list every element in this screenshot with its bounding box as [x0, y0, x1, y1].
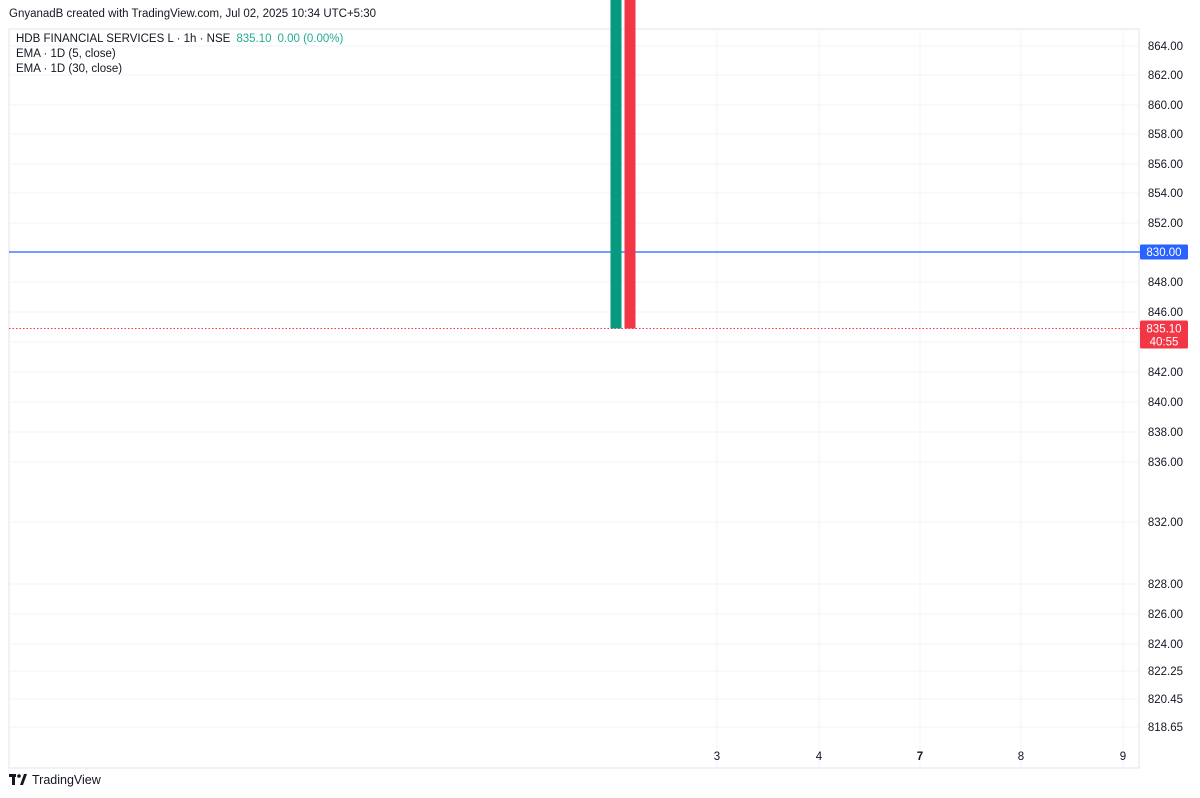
y-tick-label: 858.00	[1148, 129, 1183, 141]
y-tick-label: 864.00	[1148, 41, 1183, 53]
y-tick-label: 836.00	[1148, 457, 1183, 469]
legend-ema-30[interactable]: EMA · 1D (30, close)	[16, 62, 343, 77]
time-axis[interactable]: 3 4 7 8 9	[714, 751, 1126, 763]
legend-change: 0.00 (0.00%)	[277, 33, 344, 45]
y-tick-label: 838.00	[1148, 427, 1183, 439]
last-price-label: 835.10	[1146, 324, 1181, 336]
chart-credit: GnyanadB created with TradingView.com, J…	[9, 8, 377, 20]
level-badge-label: 830.00	[1146, 247, 1181, 259]
y-tick-label: 840.00	[1148, 397, 1183, 409]
x-tick-label: 4	[816, 751, 823, 763]
price-chart[interactable]: 864.00 862.00 860.00 858.00 856.00 854.00 852.…	[0, 0, 1200, 798]
plot-frame	[8, 28, 1140, 769]
x-tick-label: 7	[917, 751, 923, 763]
y-tick-label: 860.00	[1148, 100, 1183, 112]
bar-countdown-label: 40:55	[1150, 337, 1179, 349]
y-tick-label: 832.00	[1148, 517, 1183, 529]
y-tick-label: 826.00	[1148, 609, 1183, 621]
price-axis[interactable]: 864.00 862.00 860.00 858.00 856.00 854.00 852.…	[1148, 41, 1183, 734]
legend-symbol-row[interactable]: HDB FINANCIAL SERVICES L · 1h · NSE 835.1…	[16, 32, 343, 47]
y-tick-label: 828.00	[1148, 579, 1183, 591]
y-tick-label: 856.00	[1148, 159, 1183, 171]
y-tick-label: 820.45	[1148, 694, 1183, 706]
x-tick-label: 8	[1018, 751, 1024, 763]
tradingview-brand: TradingView	[32, 773, 101, 787]
x-tick-label: 9	[1120, 751, 1126, 763]
y-tick-label: 846.00	[1148, 307, 1183, 319]
y-tick-label: 824.00	[1148, 639, 1183, 651]
y-tick-label: 822.25	[1148, 666, 1183, 678]
x-tick-label: 3	[714, 751, 720, 763]
y-tick-label: 848.00	[1148, 277, 1183, 289]
y-tick-label: 854.00	[1148, 188, 1183, 200]
legend-ema-5[interactable]: EMA · 1D (5, close)	[16, 47, 343, 62]
candle-bullish[interactable]	[610, 0, 622, 329]
chart-legend: HDB FINANCIAL SERVICES L · 1h · NSE 835.1…	[16, 32, 343, 77]
tradingview-footer[interactable]: TradingView	[9, 773, 101, 787]
y-tick-label: 852.00	[1148, 218, 1183, 230]
legend-symbol: HDB FINANCIAL SERVICES L · 1h · NSE	[16, 33, 231, 45]
y-tick-label: 842.00	[1148, 367, 1183, 379]
chart-grid	[8, 28, 1140, 769]
candle-bearish[interactable]	[624, 0, 636, 329]
legend-last-price: 835.10	[236, 33, 272, 45]
tradingview-logo-icon	[9, 774, 27, 785]
y-tick-label: 818.65	[1148, 722, 1183, 734]
y-tick-label: 862.00	[1148, 70, 1183, 82]
